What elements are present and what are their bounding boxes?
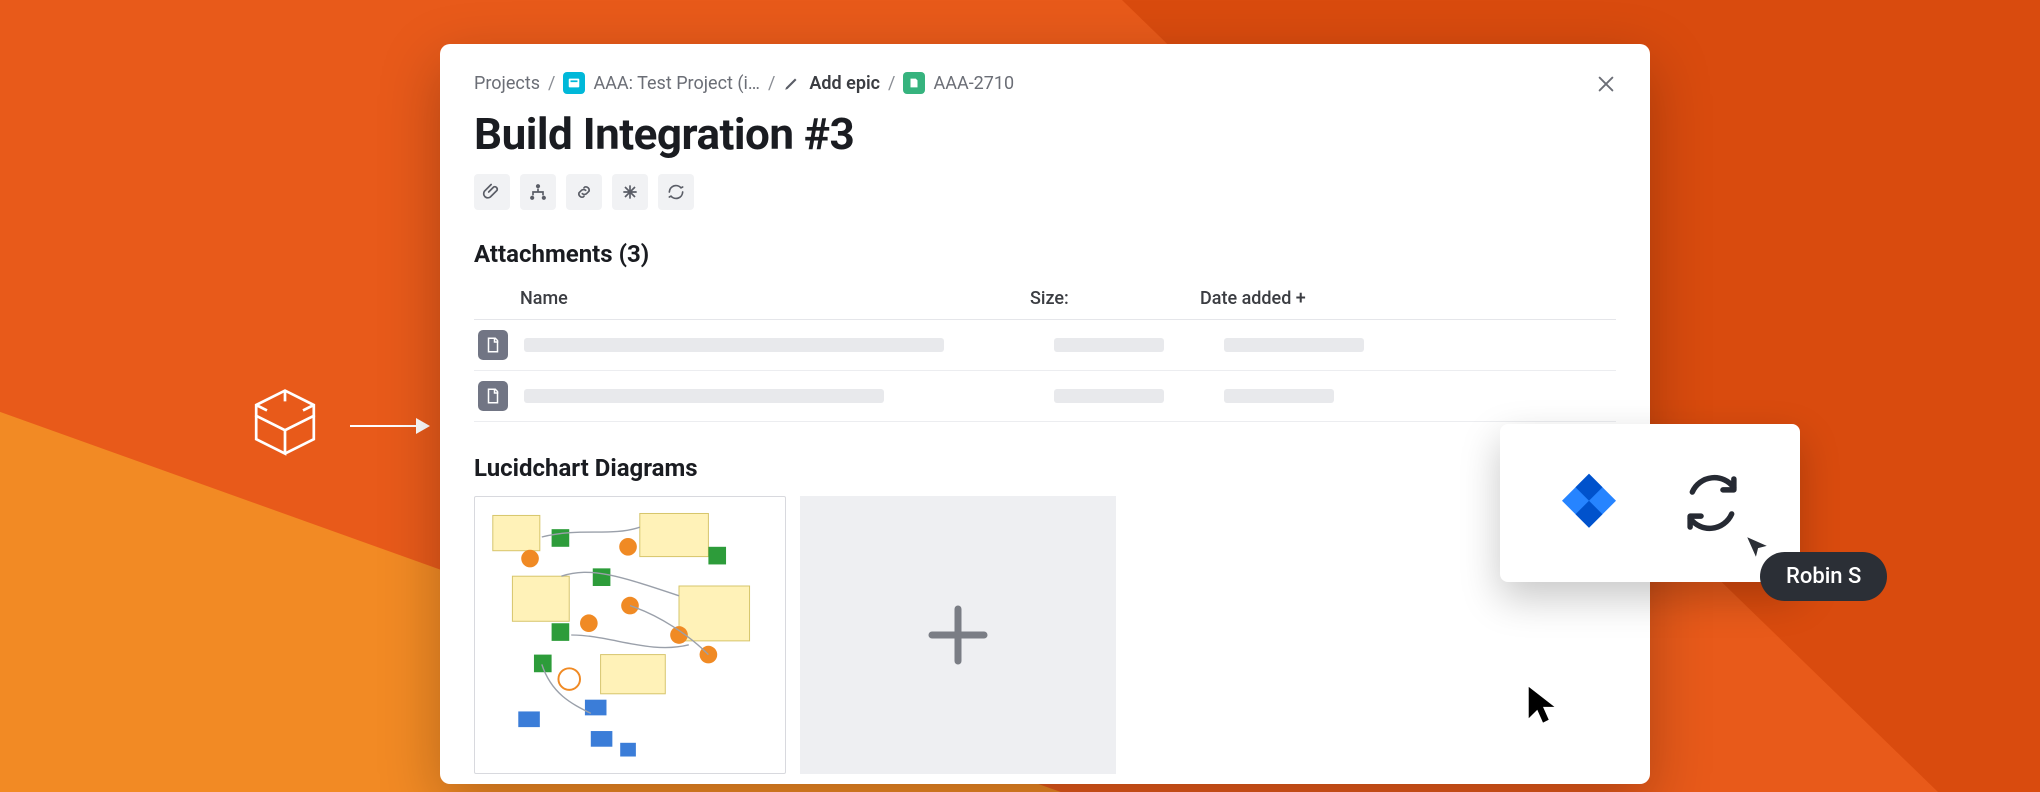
toolbar	[474, 174, 1616, 210]
mouse-cursor-icon	[1525, 684, 1561, 724]
lucidchart-heading: Lucidchart Diagrams	[474, 454, 1616, 482]
attachments-heading: Attachments (3)	[474, 240, 1616, 268]
hierarchy-icon	[528, 182, 548, 202]
placeholder	[524, 338, 944, 352]
jira-icon	[1553, 467, 1625, 539]
col-date[interactable]: Date added +	[1200, 288, 1616, 309]
lucidchart-grid	[474, 496, 1616, 774]
plus-icon	[922, 599, 994, 671]
document-icon	[478, 381, 508, 411]
placeholder	[1224, 338, 1364, 352]
refresh-icon	[666, 182, 686, 202]
breadcrumb-add-epic[interactable]: Add epic	[783, 73, 880, 94]
breadcrumb-project[interactable]: AAA: Test Project (i…	[563, 72, 760, 94]
asterisk-icon	[620, 182, 640, 202]
refresh-button[interactable]	[658, 174, 694, 210]
close-button[interactable]	[1592, 70, 1620, 98]
issue-type-icon	[903, 72, 925, 94]
link-icon	[574, 182, 594, 202]
add-epic-label: Add epic	[809, 73, 880, 94]
arrow-right-icon	[350, 416, 430, 436]
attach-button[interactable]	[474, 174, 510, 210]
placeholder	[524, 389, 884, 403]
collaborator-label: Robin S	[1760, 552, 1887, 601]
breadcrumb: Projects / AAA: Test Project (i… / Add e…	[474, 72, 1616, 94]
breadcrumb-separator: /	[768, 73, 775, 94]
placeholder	[1054, 389, 1164, 403]
breadcrumb-projects[interactable]: Projects	[474, 73, 540, 94]
page-title: Build Integration #3	[474, 108, 1616, 160]
document-icon	[478, 330, 508, 360]
col-name[interactable]: Name	[520, 288, 1030, 309]
attachment-row[interactable]	[474, 371, 1616, 422]
breadcrumb-separator: /	[888, 73, 895, 94]
breadcrumb-project-label: AAA: Test Project (i…	[593, 73, 760, 94]
breadcrumb-issue[interactable]: AAA-2710	[903, 72, 1014, 94]
sync-icon	[1677, 468, 1747, 538]
collaborator-cursor-icon	[1744, 534, 1770, 560]
attachment-row[interactable]	[474, 320, 1616, 371]
project-type-icon	[563, 72, 585, 94]
paperclip-icon	[482, 182, 502, 202]
diagram-thumbnail[interactable]	[474, 496, 786, 774]
placeholder	[1054, 338, 1164, 352]
col-size[interactable]: Size:	[1030, 288, 1200, 309]
add-diagram-tile[interactable]	[800, 496, 1116, 774]
lucid-logo-icon	[240, 378, 330, 468]
attachments-header-row: Name Size: Date added +	[474, 280, 1616, 320]
more-actions-button[interactable]	[612, 174, 648, 210]
placeholder	[1224, 389, 1334, 403]
breadcrumb-separator: /	[548, 73, 555, 94]
breadcrumb-issue-key: AAA-2710	[933, 73, 1014, 94]
pencil-icon	[783, 74, 801, 92]
issue-dialog: Projects / AAA: Test Project (i… / Add e…	[440, 44, 1650, 784]
link-button[interactable]	[566, 174, 602, 210]
subtask-button[interactable]	[520, 174, 556, 210]
